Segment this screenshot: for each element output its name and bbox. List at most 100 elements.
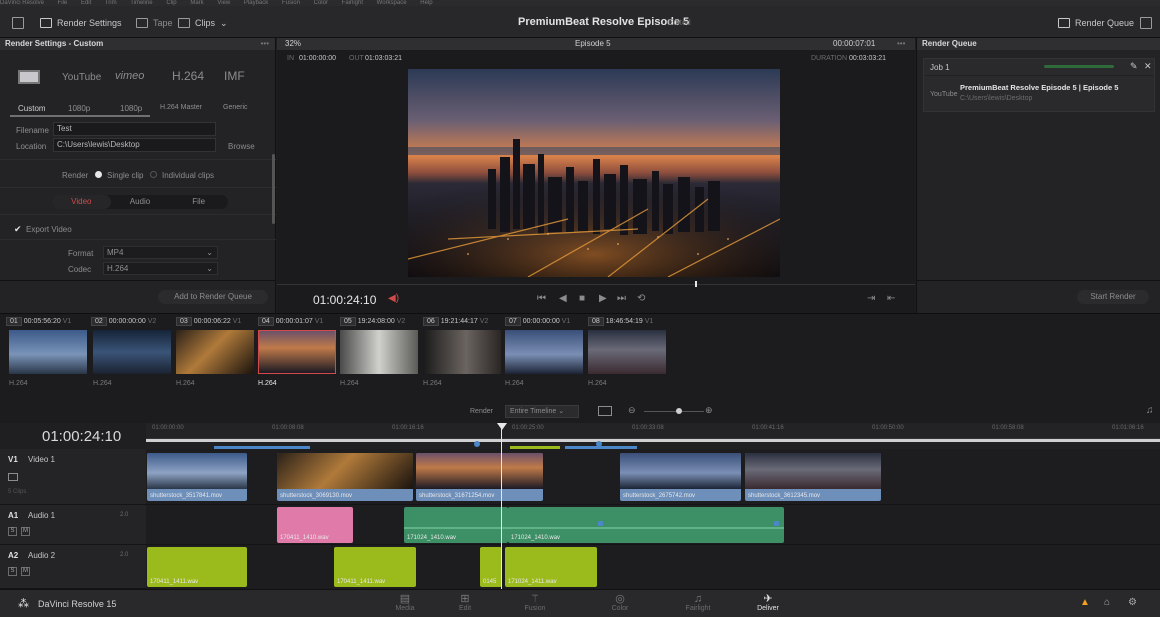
mute-icon[interactable]: M xyxy=(21,527,30,536)
viewer-scrubber[interactable] xyxy=(695,281,697,287)
clip-thumbnail[interactable] xyxy=(176,330,254,374)
codec-label: Codec xyxy=(68,265,92,274)
warning-icon[interactable]: ▲ xyxy=(1080,597,1090,608)
stop-icon[interactable]: ■ xyxy=(579,293,585,304)
add-to-render-queue-button[interactable]: Add to Render Queue xyxy=(158,290,268,304)
panel-toggle-button[interactable] xyxy=(12,15,24,31)
timeline-audio-clip[interactable]: 171024_1410.wav xyxy=(508,507,784,543)
preset-scrollbar[interactable] xyxy=(10,115,150,117)
solo-icon[interactable]: S xyxy=(8,527,17,536)
timeline-view-icon[interactable] xyxy=(598,406,612,416)
mark-in-icon[interactable]: ⇥ xyxy=(867,293,875,304)
zoom-in-icon[interactable]: ⊕ xyxy=(705,405,713,416)
panel-toggle-right-button[interactable] xyxy=(1140,15,1152,31)
timeline-audio-clip[interactable]: 171024_1411.wav xyxy=(505,547,597,587)
settings-scrollbar[interactable] xyxy=(272,154,275,224)
clip-thumbnail[interactable] xyxy=(93,330,171,374)
playhead-handle[interactable] xyxy=(497,423,507,430)
audio-speaker-icon[interactable]: ◀) xyxy=(388,293,399,304)
track-video-icon[interactable] xyxy=(8,473,18,481)
timeline-video-clip[interactable]: shutterstock_3612345.mov xyxy=(745,453,881,501)
go-to-start-icon[interactable]: ⏮ xyxy=(537,293,546,304)
custom-preset-icon[interactable] xyxy=(18,70,40,84)
clips-button[interactable]: Clips ⌄ xyxy=(178,15,228,31)
page-color[interactable]: ◎ Color xyxy=(600,593,640,612)
audio-2-track-lane[interactable] xyxy=(146,545,1160,589)
job-title: PremiumBeat Resolve Episode 5 | Episode … xyxy=(960,83,1119,92)
solo-icon[interactable]: S xyxy=(8,567,17,576)
chevron-down-icon: ⌄ xyxy=(220,17,228,28)
export-video-checkbox[interactable]: ✔ xyxy=(14,224,22,235)
play-reverse-icon[interactable]: ◀ xyxy=(559,293,567,304)
timeline-audio-clip[interactable]: 170411_1411.wav xyxy=(147,547,247,587)
tab-file[interactable]: File xyxy=(169,195,228,209)
clip-thumbnail[interactable] xyxy=(9,330,87,374)
more-options-icon[interactable]: ••• xyxy=(897,39,905,48)
track-header-audio-2[interactable]: A2 Audio 2 2.0 S M xyxy=(0,545,146,589)
single-clip-radio[interactable] xyxy=(95,171,102,178)
track-header-audio-1[interactable]: A1 Audio 1 2.0 S M xyxy=(0,505,146,545)
go-to-end-icon[interactable]: ⏭ xyxy=(617,293,626,304)
timeline-video-clip[interactable]: shutterstock_2675742.mov xyxy=(620,453,741,501)
timeline-audio-clip[interactable]: 170411_1411.wav xyxy=(334,547,416,587)
playhead[interactable] xyxy=(501,423,502,589)
page-media[interactable]: ▤ Media xyxy=(385,593,425,612)
keyframe[interactable] xyxy=(774,521,779,526)
youtube-preset-logo[interactable]: YouTube xyxy=(62,72,101,83)
render-job-card[interactable]: Job 1 ✎ ✕ YouTube PremiumBeat Resolve Ep… xyxy=(923,58,1155,112)
render-queue-button[interactable]: Render Queue xyxy=(1058,15,1134,31)
play-icon[interactable]: ▶ xyxy=(599,293,607,304)
marker[interactable] xyxy=(474,441,480,447)
viewer-video-frame[interactable] xyxy=(408,69,780,277)
clip-thumbnail[interactable] xyxy=(423,330,501,374)
zoom-out-icon[interactable]: ⊖ xyxy=(628,405,636,416)
individual-clips-radio[interactable] xyxy=(150,171,157,178)
timeline-audio-clip[interactable]: 0145 xyxy=(480,547,502,587)
clip-thumbnail-selected[interactable] xyxy=(258,330,336,374)
timeline-video-clip[interactable]: shutterstock_31671254.mov xyxy=(416,453,543,501)
page-fairlight[interactable]: ♫ Fairlight xyxy=(678,593,718,612)
keyframe[interactable] xyxy=(598,521,603,526)
zoom-slider-handle[interactable] xyxy=(676,408,682,414)
edit-job-icon[interactable]: ✎ xyxy=(1130,61,1138,72)
timeline-video-clip[interactable]: shutterstock_3517841.mov xyxy=(147,453,247,501)
timeline-select[interactable]: Episode 5 xyxy=(575,39,611,48)
browse-button[interactable]: Browse xyxy=(228,142,255,151)
delete-job-icon[interactable]: ✕ xyxy=(1144,61,1152,72)
preset-label: H.264 Master xyxy=(160,104,203,111)
render-settings-button[interactable]: Render Settings xyxy=(40,15,122,31)
render-range-select[interactable]: Entire Timeline ⌄ xyxy=(505,405,579,418)
vimeo-preset-logo[interactable]: vimeo xyxy=(115,70,144,82)
imf-preset-logo[interactable]: IMF xyxy=(224,69,245,83)
zoom-slider[interactable] xyxy=(644,411,704,412)
tape-button[interactable]: Tape xyxy=(136,15,173,31)
location-field[interactable]: C:\Users\lewis\Desktop xyxy=(53,138,216,152)
timeline-video-clip[interactable]: shutterstock_3069130.mov xyxy=(277,453,413,501)
marker[interactable] xyxy=(596,441,602,447)
clip-thumbnail[interactable] xyxy=(588,330,666,374)
clip-thumbnail[interactable] xyxy=(340,330,418,374)
page-deliver[interactable]: ✈ Deliver xyxy=(748,593,788,612)
more-options-icon[interactable]: ••• xyxy=(261,39,269,48)
mute-icon[interactable]: M xyxy=(21,567,30,576)
audio-meter-icon[interactable]: ♫ xyxy=(1146,405,1154,416)
tab-video[interactable]: Video xyxy=(52,195,111,209)
h264-preset-logo[interactable]: H.264 xyxy=(172,69,204,83)
gear-icon[interactable]: ⚙ xyxy=(1128,597,1137,608)
track-header-video-1[interactable]: V1 Video 1 5 Clips xyxy=(0,449,146,505)
clip-thumbnail[interactable] xyxy=(505,330,583,374)
mark-out-icon[interactable]: ⇤ xyxy=(887,293,895,304)
tab-audio[interactable]: Audio xyxy=(111,195,170,209)
loop-icon[interactable]: ⟲ xyxy=(637,293,645,304)
timeline-audio-clip[interactable]: 171024_1410.wav xyxy=(404,507,508,543)
timeline-ruler[interactable]: 01:00:00:00 01:00:08:08 01:00:16:16 01:0… xyxy=(146,423,1160,439)
format-select[interactable]: MP4 ⌄ xyxy=(103,246,218,259)
page-edit[interactable]: ⊞ Edit xyxy=(445,593,485,612)
zoom-select[interactable]: 32% xyxy=(285,39,301,48)
page-fusion[interactable]: ⚚ Fusion xyxy=(515,593,555,612)
codec-select[interactable]: H.264 ⌄ xyxy=(103,262,218,275)
filename-field[interactable]: Test xyxy=(53,122,216,136)
start-render-button[interactable]: Start Render xyxy=(1077,290,1149,304)
timeline-audio-clip[interactable]: 170411_1410.wav xyxy=(277,507,353,543)
home-icon[interactable]: ⌂ xyxy=(1104,597,1110,608)
